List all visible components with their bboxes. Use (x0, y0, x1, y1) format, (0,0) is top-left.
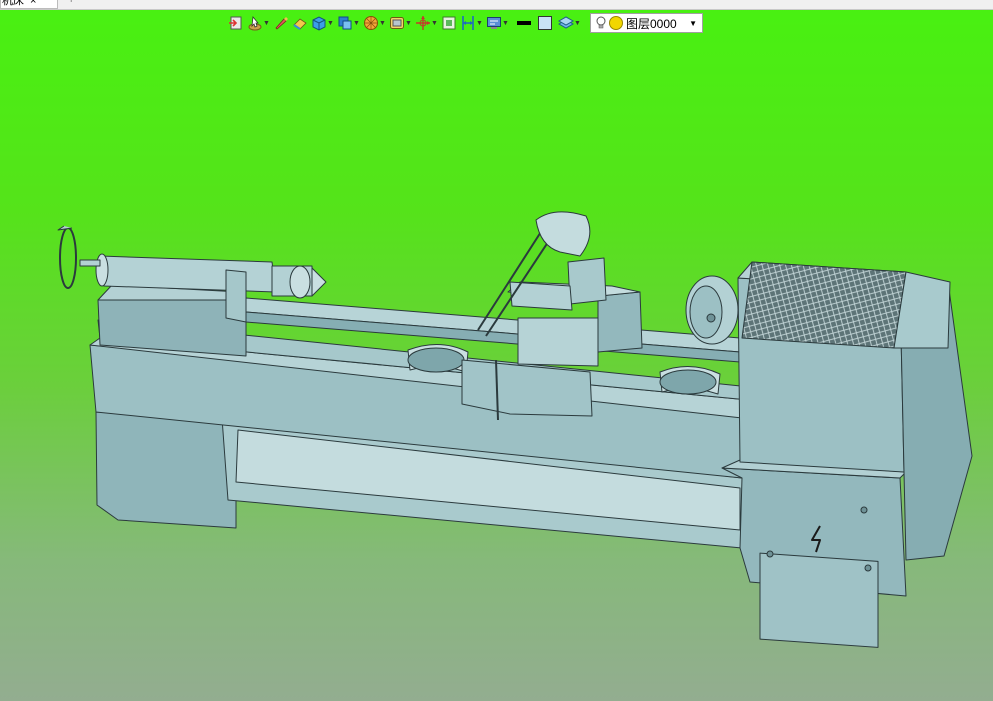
headstock-vent-grille (741, 261, 907, 349)
electrical-panel (759, 552, 879, 648)
left-pedestal (95, 411, 237, 529)
lathe-3d-model (57, 211, 973, 648)
tailstock (99, 255, 277, 293)
tailstock-handwheel (59, 227, 77, 289)
tool-post (567, 257, 607, 305)
